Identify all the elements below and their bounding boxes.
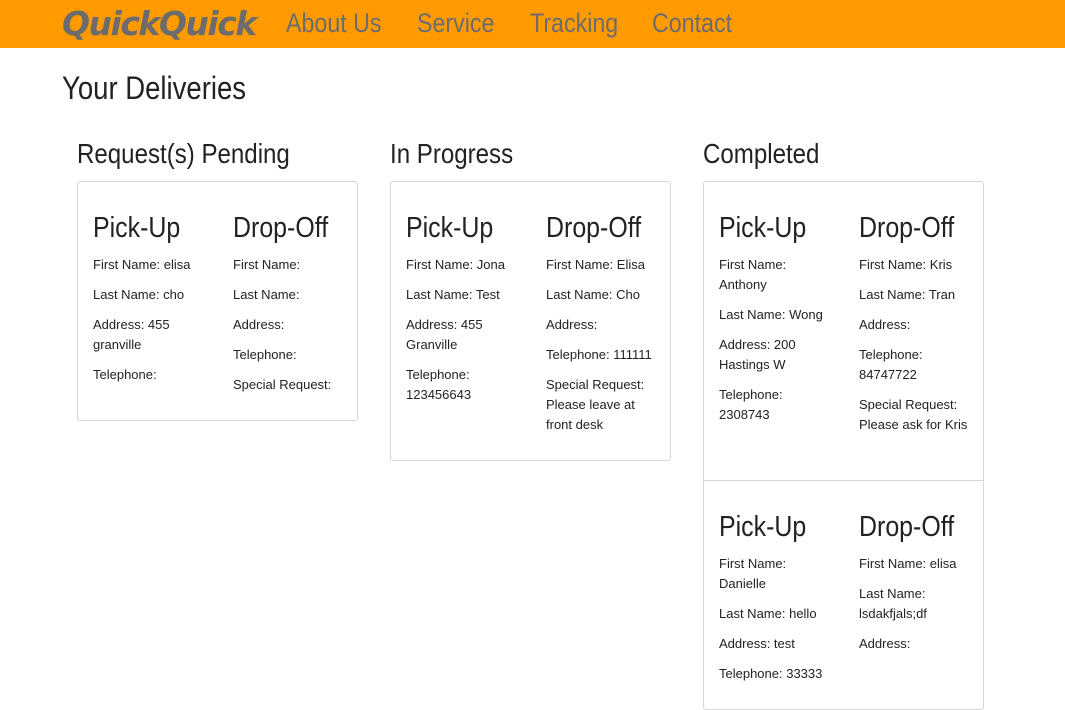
page-title: Your Deliveries [62,70,247,106]
pickup-heading: Pick-Up [719,511,807,543]
special-request-field: Special Request: [233,377,332,392]
address-field: Address: 455 Granville [406,317,483,352]
nav-link-service[interactable]: Service [417,6,494,40]
dropoff-heading: Drop-Off [546,212,642,244]
brand-logo[interactable]: QuickQuick [62,3,257,45]
first-name-field: First Name: Anthony [719,257,787,292]
dropoff-heading: Drop-Off [233,212,329,244]
last-name-field: Last Name: Test [406,287,500,302]
telephone-field: Telephone: 111111 [546,347,652,362]
first-name-field: First Name: elisa [859,556,957,571]
telephone-field: Telephone: 123456643 [406,367,472,402]
last-name-field: Last Name: Tran [859,287,956,302]
last-name-field: Last Name: lsdakfjals;df [859,586,927,621]
address-field: Address: 455 granville [93,317,170,352]
nav-link-about-us[interactable]: About Us [286,6,382,40]
address-field: Address: 200 Hastings W [719,337,796,372]
first-name-field: First Name: Danielle [719,556,787,591]
special-request-field: Special Request: Please ask for Kris [859,397,968,432]
delivery-entry: Pick-Up First Name: Danielle Last Name: he… [704,481,983,709]
last-name-field: Last Name: [233,287,300,302]
first-name-field: First Name: elisa [93,257,191,272]
delivery-card-in-progress: Pick-Up First Name: Jona Last Name: Test Ad… [390,181,671,461]
pickup-heading: Pick-Up [406,212,494,244]
column-title-in-progress: In Progress [390,138,514,169]
last-name-field: Last Name: cho [93,287,185,302]
column-title-completed: Completed [703,138,820,169]
address-field: Address: [546,317,598,332]
first-name-field: First Name: [233,257,301,272]
address-field: Address: [859,317,911,332]
pickup-heading: Pick-Up [93,212,181,244]
first-name-field: First Name: Kris [859,257,953,272]
delivery-entry: Pick-Up First Name: Anthony Last Name: Won… [704,182,983,481]
telephone-field: Telephone: 84747722 [859,347,923,382]
address-field: Address: [859,636,911,651]
last-name-field: Last Name: Wong [719,307,823,322]
last-name-field: Last Name: hello [719,606,817,621]
telephone-field: Telephone: [93,367,157,382]
address-field: Address: [233,317,285,332]
pickup-heading: Pick-Up [719,212,807,244]
special-request-field: Special Request: Please leave at front d… [546,377,645,432]
address-field: Address: test [719,636,795,651]
delivery-card-pending: Pick-Up First Name: elisa Last Name: cho Ad… [77,181,358,421]
top-navbar: QuickQuick About Us Service Tracking Con… [0,0,1065,48]
dropoff-heading: Drop-Off [859,212,955,244]
first-name-field: First Name: Jona [406,257,505,272]
delivery-entry: Pick-Up First Name: Jona Last Name: Test Ad… [391,182,670,460]
first-name-field: First Name: Elisa [546,257,645,272]
telephone-field: Telephone: 33333 [719,666,823,681]
telephone-field: Telephone: [233,347,297,362]
dropoff-heading: Drop-Off [859,511,955,543]
column-title-pending: Request(s) Pending [77,138,290,169]
last-name-field: Last Name: Cho [546,287,640,302]
nav-link-tracking[interactable]: Tracking [530,6,618,40]
telephone-field: Telephone: 2308743 [719,387,783,422]
delivery-card-completed: Pick-Up First Name: Anthony Last Name: Won… [703,181,984,710]
nav-link-contact[interactable]: Contact [652,6,732,40]
delivery-entry: Pick-Up First Name: elisa Last Name: cho Ad… [78,182,357,420]
